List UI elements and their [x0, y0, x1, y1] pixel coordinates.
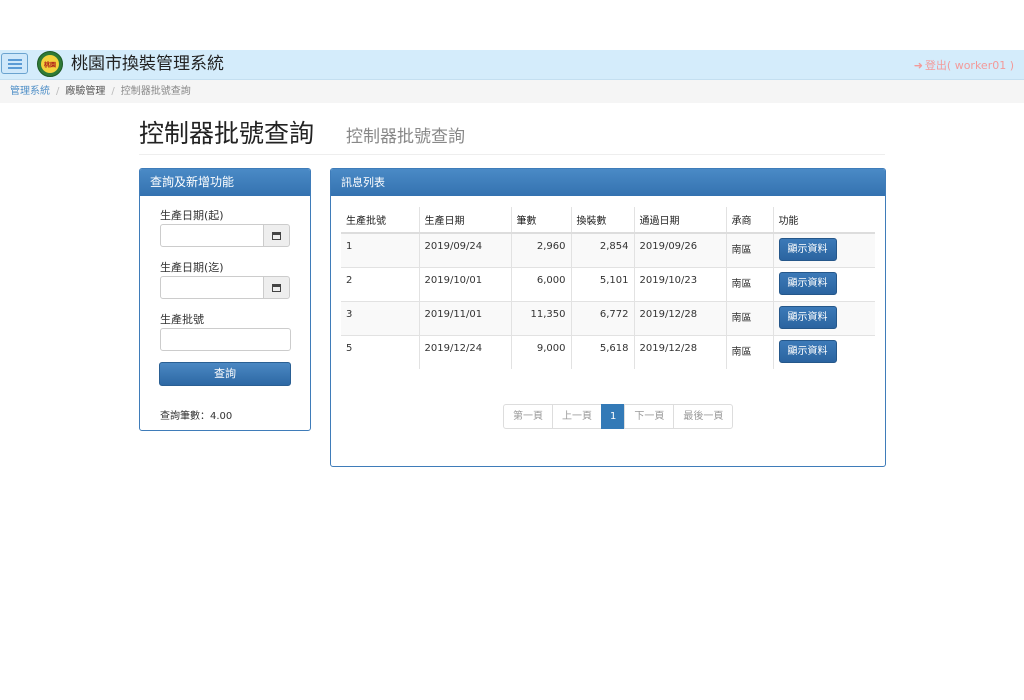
list-panel-heading: 訊息列表 — [331, 169, 885, 196]
cell-batch: 1 — [341, 232, 419, 267]
cell-vendor: 南區 — [725, 266, 773, 301]
show-data-button[interactable]: 顯示資料 — [778, 238, 837, 261]
result-count: 查詢筆數：4.00 — [160, 411, 233, 422]
page-current[interactable]: 1 — [601, 404, 626, 429]
brand-title[interactable]: 桃園市換裝管理系統 — [71, 53, 224, 75]
cell-batch: 3 — [341, 300, 419, 335]
logout-link[interactable]: ➜ 登出( worker01 ) — [914, 57, 1014, 73]
page-last-button[interactable]: 最後一頁 — [673, 404, 734, 429]
page-subtitle: 控制器批號查詢 — [346, 127, 465, 147]
breadcrumb-item-system[interactable]: 管理系統 — [10, 86, 50, 97]
table-header-row: 生產批號 生產日期 筆數 換裝數 通過日期 承商 功能 — [341, 207, 875, 234]
table-row: 3 2019/11/01 11,350 6,772 2019/12/28 南區 … — [341, 300, 875, 335]
table-row: 5 2019/12/24 9,000 5,618 2019/12/28 南區 顯… — [341, 334, 875, 369]
column-header: 功能 — [772, 207, 875, 234]
cell-count: 2,960 — [510, 232, 571, 267]
batch-table: 生產批號 生產日期 筆數 換裝數 通過日期 承商 功能 1 2019/09/24… — [341, 207, 875, 369]
end-date-label: 生產日期(迄) — [160, 261, 224, 274]
cell-count: 11,350 — [510, 300, 571, 335]
taoyuan-logo: 桃園 — [37, 51, 63, 77]
cell-count: 6,000 — [510, 266, 571, 301]
cell-date: 2019/12/24 — [418, 334, 511, 369]
logout-label: 登出( worker01 ) — [924, 59, 1014, 72]
cell-replaced: 6,772 — [570, 300, 634, 335]
cell-pass-date: 2019/12/28 — [633, 300, 726, 335]
breadcrumb-item-inspection[interactable]: 廠驗管理 — [65, 86, 105, 97]
breadcrumb-separator: / — [56, 86, 60, 97]
cell-date: 2019/09/24 — [418, 232, 511, 267]
cell-pass-date: 2019/09/26 — [633, 232, 726, 267]
batch-label: 生產批號 — [160, 313, 204, 326]
table-row: 2 2019/10/01 6,000 5,101 2019/10/23 南區 顯… — [341, 266, 875, 301]
page-title: 控制器批號查詢 — [139, 119, 315, 148]
cell-date: 2019/11/01 — [418, 300, 511, 335]
cell-pass-date: 2019/12/28 — [633, 334, 726, 369]
end-date-input[interactable] — [160, 276, 264, 299]
breadcrumb-item-current: 控制器批號查詢 — [120, 86, 191, 97]
cell-batch: 5 — [341, 334, 419, 369]
cell-replaced: 2,854 — [570, 232, 634, 267]
column-header: 換裝數 — [570, 207, 634, 234]
column-header: 筆數 — [510, 207, 571, 234]
cell-replaced: 5,618 — [570, 334, 634, 369]
cell-count: 9,000 — [510, 334, 571, 369]
page-prev-button[interactable]: 上一頁 — [552, 404, 602, 429]
hamburger-menu-icon[interactable] — [1, 53, 28, 74]
column-header: 承商 — [725, 207, 773, 234]
page-first-button[interactable]: 第一頁 — [503, 404, 553, 429]
column-header: 生產日期 — [418, 207, 511, 234]
cell-pass-date: 2019/10/23 — [633, 266, 726, 301]
column-header: 通過日期 — [633, 207, 726, 234]
query-button[interactable]: 查詢 — [159, 362, 291, 386]
pagination: 第一頁 上一頁 1 下一頁 最後一頁 — [503, 404, 734, 429]
sign-out-icon: ➜ — [913, 59, 923, 72]
cell-vendor: 南區 — [725, 232, 773, 267]
start-date-input[interactable] — [160, 224, 264, 247]
cell-action: 顯示資料 — [772, 266, 875, 301]
list-panel: 訊息列表 生產批號 生產日期 筆數 換裝數 通過日期 承商 功能 1 2019/… — [330, 168, 886, 467]
cell-replaced: 5,101 — [570, 266, 634, 301]
column-header: 生產批號 — [341, 207, 419, 234]
start-date-label: 生產日期(起) — [160, 209, 224, 222]
cell-batch: 2 — [341, 266, 419, 301]
cell-vendor: 南區 — [725, 334, 773, 369]
batch-input[interactable] — [160, 328, 291, 351]
breadcrumb-separator: / — [111, 86, 115, 97]
table-row: 1 2019/09/24 2,960 2,854 2019/09/26 南區 顯… — [341, 232, 875, 267]
show-data-button[interactable]: 顯示資料 — [778, 339, 837, 363]
show-data-button[interactable]: 顯示資料 — [778, 305, 837, 329]
breadcrumb: 管理系統 / 廠驗管理 / 控制器批號查詢 — [0, 80, 1024, 103]
cell-action: 顯示資料 — [772, 300, 875, 335]
show-data-button[interactable]: 顯示資料 — [778, 271, 837, 295]
query-panel: 查詢及新增功能 生產日期(起) 生產日期(迄) 生產批號 查詢 查詢筆數：4.0… — [139, 168, 311, 431]
query-panel-heading: 查詢及新增功能 — [140, 169, 310, 196]
calendar-icon[interactable] — [263, 224, 290, 247]
cell-action: 顯示資料 — [772, 334, 875, 369]
calendar-icon[interactable] — [263, 276, 290, 299]
cell-vendor: 南區 — [725, 300, 773, 335]
cell-date: 2019/10/01 — [418, 266, 511, 301]
top-navbar: 桃園 桃園市換裝管理系統 ➜ 登出( worker01 ) — [0, 50, 1024, 80]
page-next-button[interactable]: 下一頁 — [624, 404, 675, 429]
logo-text: 桃園 — [43, 61, 56, 69]
cell-action: 顯示資料 — [772, 232, 875, 267]
title-divider — [139, 154, 885, 155]
